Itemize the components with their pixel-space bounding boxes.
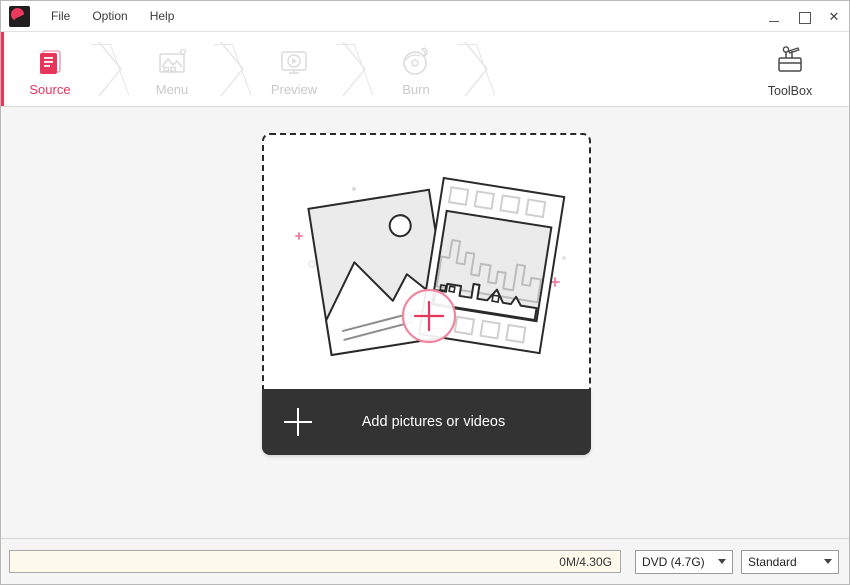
app-logo-icon [9, 5, 30, 27]
step-source[interactable]: Source [5, 32, 95, 106]
quality-select[interactable]: Standard [741, 549, 839, 574]
menu-item-help[interactable]: Help [139, 4, 186, 28]
media-drop-card[interactable]: Add pictures or videos [262, 133, 591, 456]
document-stack-icon [34, 45, 66, 79]
step-separator-1 [95, 32, 127, 106]
disc-flame-icon [399, 45, 433, 79]
plus-icon [284, 408, 312, 436]
step-list: Source Menu Preview Burn [5, 32, 493, 106]
toolbox-icon [773, 43, 807, 80]
disc-type-value: DVD (4.7G) [642, 554, 705, 569]
step-preview-label: Preview [270, 81, 318, 97]
quality-value: Standard [748, 554, 797, 569]
disc-type-select[interactable]: DVD (4.7G) [635, 549, 733, 574]
step-separator-3 [339, 32, 371, 106]
title-bar: File Option Help ✕ [1, 1, 849, 32]
menu-item-file[interactable]: File [40, 4, 81, 28]
window-controls: ✕ [759, 1, 849, 32]
status-bar: 0M/4.30G DVD (4.7G) Standard [1, 538, 849, 584]
menu-bar: File Option Help [40, 4, 185, 28]
application-window: File Option Help ✕ Source Menu Preview B… [0, 0, 850, 585]
content-area: Add pictures or videos [1, 107, 849, 538]
step-toolbar: Source Menu Preview Burn ToolBox [1, 32, 849, 107]
accent-edge [1, 32, 4, 106]
step-burn[interactable]: Burn [371, 32, 461, 106]
capacity-progress-label: 0M/4.30G [559, 554, 612, 569]
image-landscape-icon [156, 45, 188, 79]
minimize-icon[interactable] [759, 1, 789, 32]
add-pictures-or-videos-button[interactable]: Add pictures or videos [262, 389, 591, 455]
step-separator-4 [461, 32, 493, 106]
plus-circle-icon [401, 288, 457, 344]
close-icon[interactable]: ✕ [819, 1, 849, 32]
menu-item-option[interactable]: Option [81, 4, 138, 28]
capacity-progress-bar: 0M/4.30G [9, 550, 621, 573]
toolbox-button[interactable]: ToolBox [751, 40, 829, 100]
monitor-play-icon [278, 45, 310, 79]
photos-filmstrip-illustration [264, 135, 593, 393]
chevron-down-icon [718, 559, 726, 564]
chevron-down-icon [824, 559, 832, 564]
step-separator-2 [217, 32, 249, 106]
step-menu[interactable]: Menu [127, 32, 217, 106]
step-menu-label: Menu [155, 81, 189, 97]
add-button-label: Add pictures or videos [361, 414, 506, 430]
step-burn-label: Burn [402, 81, 430, 97]
step-preview[interactable]: Preview [249, 32, 339, 106]
maximize-icon[interactable] [789, 1, 819, 32]
step-source-label: Source [29, 81, 71, 97]
toolbox-label: ToolBox [767, 83, 813, 98]
drop-zone[interactable] [262, 133, 591, 391]
